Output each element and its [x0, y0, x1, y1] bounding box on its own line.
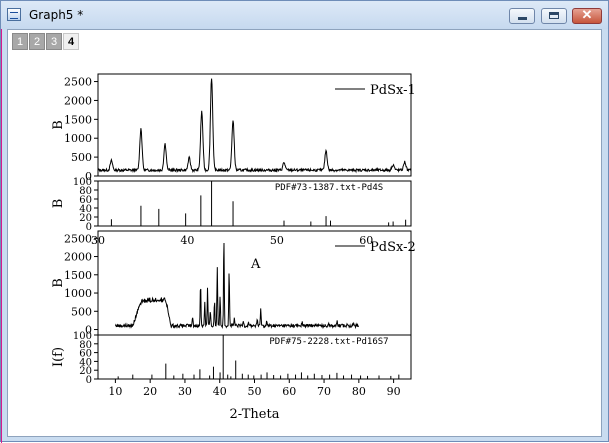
x-tick-label: 80: [352, 385, 366, 398]
window-left-accent: [1, 1, 2, 443]
annotation-label: A: [250, 257, 261, 272]
legend-label: PdSx-2: [370, 240, 416, 255]
x-tick-label: 40: [213, 385, 227, 398]
y-tick-label: 100: [73, 331, 92, 342]
window-title: Graph5 *: [29, 8, 84, 22]
y-tick-label: 2500: [64, 232, 92, 245]
y-tick-label: 500: [71, 151, 92, 164]
y-axis-label: B: [51, 278, 66, 288]
x-tick-label: 90: [387, 385, 401, 398]
y-tick-label: 1000: [64, 132, 92, 145]
maximize-button[interactable]: [541, 8, 567, 24]
graph-window-icon[interactable]: [7, 8, 21, 21]
y-tick-label: 2500: [64, 76, 92, 89]
graph-page[interactable]: 1 2 3 4 0 500 1000 1500 2000 2500 B PdSx-1 0 20 40…: [7, 29, 602, 437]
x-tick-label: 20: [143, 385, 157, 398]
pattern-line-PdSx-2: [114, 242, 360, 330]
y-tick-label: 2000: [64, 251, 92, 264]
y-tick-label: 2000: [64, 94, 92, 107]
pattern-line-PdSx-1: [97, 78, 412, 174]
close-button[interactable]: ✕: [572, 7, 602, 24]
xrd-plot[interactable]: 05001000150020002500BPdSx-1020406080100B…: [8, 30, 603, 438]
top-x-tick-label: 50: [270, 234, 284, 247]
top-x-tick-label: 40: [180, 234, 194, 247]
y-tick-label: 1000: [64, 287, 92, 300]
y-axis-label: B: [51, 199, 66, 209]
reference-card-label: PDF#73-1387.txt-Pd4S: [275, 183, 383, 193]
x-tick-label: 50: [248, 385, 262, 398]
x-tick-label: 60: [282, 385, 296, 398]
legend-label: PdSx-1: [370, 83, 416, 98]
y-tick-label: 1500: [64, 269, 92, 282]
reference-card-label: PDF#75-2228.txt-Pd16S7: [269, 337, 388, 347]
x-axis-label: 2-Theta: [230, 407, 280, 422]
y-axis-label: I(f): [51, 347, 66, 367]
x-tick-label: 70: [317, 385, 331, 398]
minimize-button[interactable]: [509, 8, 535, 24]
x-tick-label: 10: [108, 385, 122, 398]
y-tick-label: 100: [73, 177, 92, 188]
title-bar[interactable]: Graph5 * ✕: [1, 1, 608, 29]
close-icon: ✕: [581, 7, 593, 22]
x-tick-label: 30: [178, 385, 192, 398]
graph-window: Graph5 * ✕ 1 2 3 4 0 500 1000 1500 2000 2500 B…: [0, 0, 609, 443]
y-axis-label: B: [51, 120, 66, 130]
y-tick-label: 500: [71, 305, 92, 318]
y-tick-label: 1500: [64, 113, 92, 126]
